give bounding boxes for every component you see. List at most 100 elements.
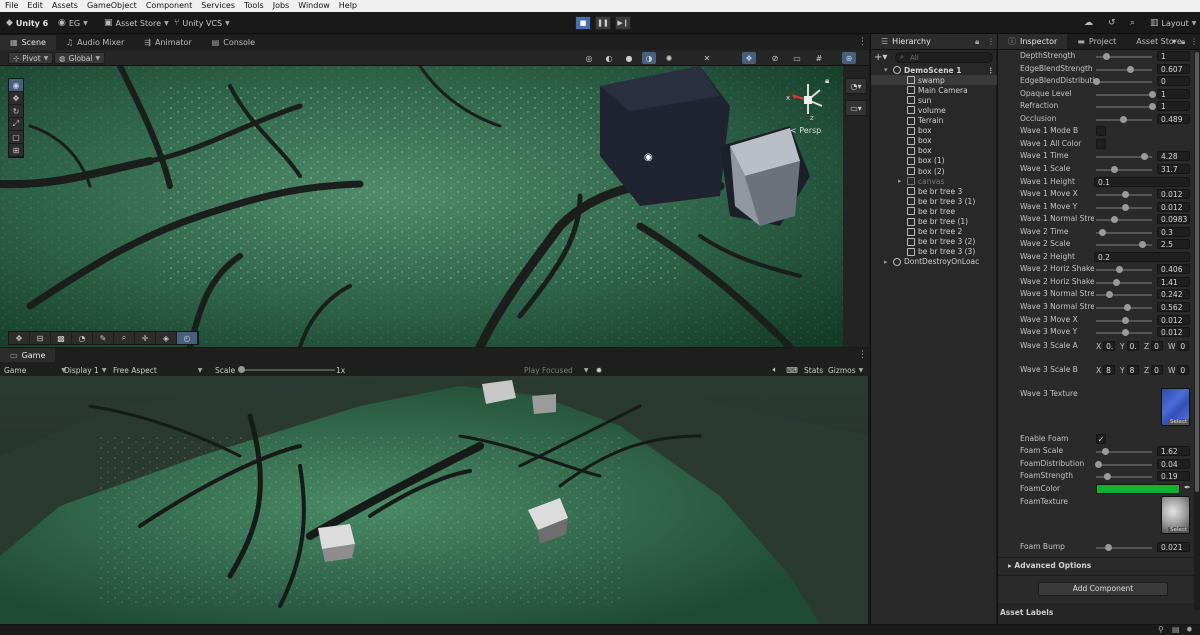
lit-button[interactable]: ◑: [642, 52, 656, 64]
snap-move-button[interactable]: ✥: [9, 332, 30, 344]
view-tool-button[interactable]: ◉: [9, 79, 23, 92]
vector-w-field[interactable]: W0: [1168, 341, 1190, 351]
select-texture-button[interactable]: Select: [1168, 419, 1189, 425]
hierarchy-item[interactable]: ▸ canvas: [871, 176, 997, 186]
hierarchy-item[interactable]: be br tree 3 (3): [871, 247, 997, 257]
move-tool-button[interactable]: ✥: [9, 92, 23, 105]
slider-knob[interactable]: [1115, 266, 1123, 274]
vector-y-field[interactable]: Y8: [1120, 365, 1139, 375]
slider-knob[interactable]: [1121, 329, 1129, 337]
game-viewport[interactable]: [0, 376, 868, 624]
eyedropper-icon[interactable]: ✒: [1184, 483, 1191, 492]
property-value-field[interactable]: 0.012: [1157, 201, 1190, 212]
slider-knob[interactable]: [1126, 65, 1134, 73]
slider-knob[interactable]: [1098, 228, 1106, 236]
mute-audio-button[interactable]: 🔈︎: [768, 364, 782, 376]
property-value-field[interactable]: 0.0983: [1157, 214, 1190, 225]
slider-knob[interactable]: [1093, 78, 1100, 86]
menu-edit[interactable]: Edit: [22, 0, 47, 12]
tab-game[interactable]: ▭ Game: [0, 348, 56, 363]
foldout-arrow-icon[interactable]: ▸: [884, 258, 888, 266]
slider-knob[interactable]: [1120, 115, 1128, 123]
property-value-field[interactable]: 0.406: [1157, 264, 1190, 275]
property-value-field[interactable]: 0.489: [1157, 113, 1190, 124]
scene-menu-icon[interactable]: ⋮: [987, 66, 995, 75]
property-slider[interactable]: [1096, 281, 1152, 284]
pause-button[interactable]: ❚❚: [595, 16, 611, 30]
shortcut-toggle[interactable]: ⌨: [785, 364, 799, 376]
slider-knob[interactable]: [1103, 53, 1111, 60]
lock-icon[interactable]: 🔒︎: [825, 76, 829, 86]
tab-project[interactable]: ▬ Project: [1067, 34, 1126, 49]
lock-icon[interactable]: 🔒︎: [1181, 37, 1185, 47]
property-value-field[interactable]: 4.28: [1157, 151, 1190, 162]
cloud-button[interactable]: ☁: [1080, 16, 1097, 30]
property-value-field[interactable]: 0.242: [1157, 289, 1190, 300]
undo-history-button[interactable]: ↺: [1104, 16, 1120, 30]
rotate-snap-button[interactable]: ◔: [72, 332, 93, 344]
vector-x-field[interactable]: X 0.: [1096, 341, 1116, 351]
aspect-dropdown[interactable]: Free Aspect ▼: [109, 364, 206, 376]
property-value-field[interactable]: 1.62: [1157, 446, 1190, 456]
paint-tool-button[interactable]: ◈: [156, 332, 177, 344]
rotate-tool-button[interactable]: ↻: [9, 105, 23, 118]
vector-z-field[interactable]: Z0: [1144, 341, 1164, 351]
property-slider[interactable]: [1096, 269, 1152, 272]
menu-services[interactable]: Services: [196, 0, 239, 12]
vector-z-field[interactable]: Z0: [1144, 365, 1164, 375]
slider-knob[interactable]: [1124, 304, 1132, 311]
menu-file[interactable]: File: [0, 0, 22, 12]
search-button[interactable]: ⌕: [1126, 16, 1139, 30]
foam-color-swatch[interactable]: [1096, 484, 1180, 494]
measure-tool-button[interactable]: ◴: [177, 332, 198, 344]
slider-knob[interactable]: [1110, 165, 1118, 173]
asset-store-dropdown[interactable]: ▣ Asset Store ▼: [100, 16, 173, 30]
hierarchy-item[interactable]: Terrain: [871, 116, 997, 126]
slider-knob[interactable]: [1104, 544, 1112, 551]
pan-tool-button[interactable]: ✛: [135, 332, 156, 344]
vector-y-field[interactable]: Y 0.: [1120, 341, 1139, 351]
step-button[interactable]: ▶❙: [615, 16, 631, 30]
hierarchy-item[interactable]: ▸ DontDestroyOnLoac: [871, 257, 997, 267]
asset-labels-header[interactable]: Asset Labels: [1000, 608, 1053, 617]
shaded-wire-button[interactable]: ◐: [602, 52, 616, 64]
hierarchy-item[interactable]: ▾ DemoScene 1 ⋮: [871, 65, 997, 75]
hierarchy-item[interactable]: volume: [871, 105, 997, 115]
slider-knob[interactable]: [1121, 191, 1129, 199]
hierarchy-item[interactable]: box: [871, 136, 997, 146]
play-focused-dropdown[interactable]: Play Focused ▼: [520, 364, 592, 376]
orientation-gizmo[interactable]: x z: [786, 78, 830, 122]
property-value-field[interactable]: 0.562: [1157, 302, 1190, 312]
property-slider[interactable]: [1096, 219, 1152, 222]
property-value-field[interactable]: 1: [1157, 51, 1190, 61]
slider-knob[interactable]: [1121, 203, 1129, 211]
rect-tool-button[interactable]: ▢: [9, 131, 23, 144]
property-value-field[interactable]: 0.607: [1157, 63, 1190, 74]
scale-slider-knob[interactable]: [238, 366, 245, 373]
hierarchy-item[interactable]: sun: [871, 95, 997, 105]
foldout-arrow-icon[interactable]: ▸: [898, 177, 902, 185]
menu-window[interactable]: Window: [293, 0, 334, 12]
property-value-field[interactable]: 1: [1157, 101, 1190, 112]
hierarchy-menu-icon[interactable]: ⋮: [987, 37, 995, 46]
gizmos-toggle[interactable]: ⊕: [842, 52, 856, 64]
terrain-tool-button[interactable]: ▩: [51, 332, 72, 344]
add-component-button[interactable]: Add Component: [1038, 582, 1168, 596]
property-value-field[interactable]: 0.2: [1094, 251, 1190, 262]
gizmos-dropdown[interactable]: Gizmos ▼: [824, 364, 867, 376]
advanced-options-foldout[interactable]: ▸ Advanced Options: [1008, 561, 1091, 570]
brush-tool-button[interactable]: ✎: [93, 332, 114, 344]
foam-bump-value[interactable]: 0.021: [1157, 542, 1190, 552]
global-dropdown[interactable]: ◍ Global ▼: [54, 52, 106, 64]
property-value-field[interactable]: 31.7: [1157, 163, 1190, 174]
scale-slider[interactable]: [240, 369, 335, 371]
play-button[interactable]: ■: [575, 16, 591, 30]
tab-console[interactable]: ▤ Console: [202, 35, 265, 50]
scale-tool-button[interactable]: ⤢: [9, 118, 23, 131]
foldout-arrow-icon[interactable]: ▾: [884, 66, 888, 74]
scene-camera-button[interactable]: ▭: [790, 52, 804, 64]
transform-tool-button[interactable]: ⊞: [9, 144, 23, 157]
unity-version-button[interactable]: ◆ Unity 6: [2, 16, 52, 30]
pivot-dropdown[interactable]: ⊹ Pivot ▼: [8, 52, 54, 64]
slider-knob[interactable]: [1149, 90, 1156, 98]
